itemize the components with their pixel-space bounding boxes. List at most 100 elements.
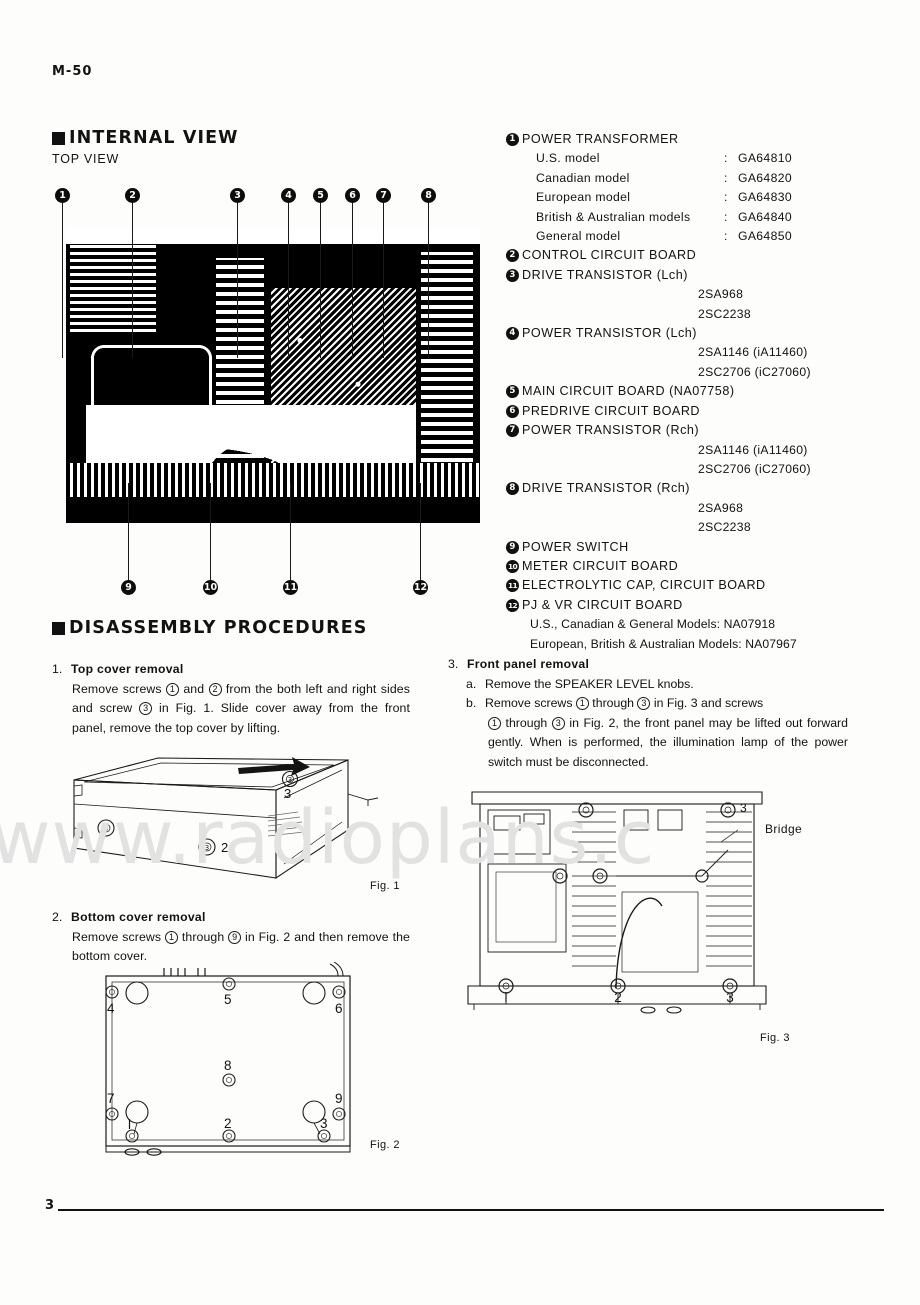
- parts-list-subitem-value: GA64850: [738, 229, 792, 244]
- photo-top-rail: [66, 228, 480, 244]
- screw-ref-1: 1: [165, 682, 179, 696]
- disassembly-heading-label: DISASSEMBLY PROCEDURES: [69, 618, 368, 638]
- photo-callout-2: 2: [125, 188, 140, 203]
- photo-callout-6: 6: [345, 188, 360, 203]
- fig1-screw-mark-2: 3: [205, 844, 209, 852]
- procedure-2-body: Remove screws 1 through 9 in Fig. 2 and …: [52, 928, 410, 967]
- photo-leader-line: [428, 203, 429, 358]
- figure-3-front-panel: l 2 3 3: [466, 788, 786, 1020]
- photo-leader-line: [132, 203, 133, 358]
- fig2-label-9: 9: [335, 1091, 343, 1106]
- parts-list-subitem: U.S. model: GA64810: [506, 149, 894, 168]
- parts-list: 1 POWER TRANSFORMER U.S. model: GA64810 Cana…: [506, 130, 894, 654]
- parts-list-item-number: 5: [506, 385, 519, 399]
- parts-list-subitem-separator: :: [724, 229, 728, 244]
- fig1-screw-mark-1: 3: [104, 825, 108, 833]
- photo-leader-line: [290, 483, 291, 580]
- fig1-label-1: l: [121, 821, 124, 836]
- procedure-1-title: Top cover removal: [71, 662, 184, 676]
- screw-ref-3: 3: [637, 697, 651, 710]
- parts-list-subitem-separator: :: [724, 170, 728, 185]
- procedure-3b-text-b: through: [588, 696, 638, 710]
- parts-list-item-name: DRIVE TRANSISTOR (Lch): [522, 267, 688, 282]
- fig3-label-top-3: 3: [740, 801, 747, 815]
- parts-list-item: 11 ELECTROLYTIC CAP, CIRCUIT BOARD: [506, 576, 894, 595]
- parts-list-subitem-separator: :: [724, 209, 728, 224]
- parts-list-item-number: 6: [506, 404, 519, 418]
- parts-list-item: 12 PJ & VR CIRCUIT BOARD: [506, 596, 894, 615]
- screw-ref-1: 1: [575, 697, 589, 710]
- photo-leader-line: [420, 483, 421, 580]
- bullet-square-icon: [52, 621, 65, 635]
- procedure-2-title: Bottom cover removal: [71, 910, 206, 924]
- fig1-label-3: 3: [284, 786, 291, 801]
- parts-list-subitem-label: European model: [536, 190, 631, 205]
- screw-ref-2: 2: [208, 682, 222, 696]
- fig2-label-2: 2: [224, 1116, 232, 1131]
- fig2-label-6: 6: [335, 1001, 343, 1016]
- top-view-subheading: TOP VIEW: [52, 152, 120, 166]
- internal-view-heading-label: INTERNAL VIEW: [69, 128, 239, 148]
- parts-list-part-number: 2SC2238: [698, 520, 751, 535]
- disassembly-heading: DISASSEMBLY PROCEDURES: [52, 618, 367, 638]
- screw-ref-3: 3: [139, 702, 153, 715]
- fig2-label-3: 3: [320, 1116, 328, 1131]
- photo-leader-line: [128, 483, 129, 580]
- photo-leader-line: [320, 203, 321, 358]
- procedure-1-number: 1.: [52, 662, 63, 676]
- figure-1-caption: Fig. 1: [370, 880, 400, 892]
- parts-list-subitem-label: British & Australian models: [536, 209, 691, 224]
- procedure-3b-mark: b.: [466, 696, 477, 710]
- parts-list-item-name: METER CIRCUIT BOARD: [522, 558, 679, 573]
- footer-rule: [58, 1209, 884, 1211]
- figure-1-drawing: 3 3 3 l 2 3: [73, 757, 379, 880]
- procedure-3-number: 3.: [448, 657, 459, 671]
- parts-list-item-name: DRIVE TRANSISTOR (Rch): [522, 481, 690, 496]
- parts-list-item-number: 11: [506, 579, 519, 593]
- parts-list-item: 7 POWER TRANSISTOR (Rch): [506, 421, 894, 440]
- screw-ref-3b: 3: [551, 716, 565, 730]
- photo-leader-line: [352, 203, 353, 358]
- parts-list-item-name: POWER TRANSISTOR (Rch): [522, 423, 700, 438]
- parts-list-part-number: 2SA968: [698, 500, 744, 515]
- parts-list-subitem-label: U.S. model: [536, 151, 600, 166]
- figure-3-bridge-annotation: Bridge: [765, 822, 803, 836]
- fig3-label-2: 2: [614, 990, 622, 1005]
- procedure-3b-text-a: Remove screws: [485, 696, 576, 710]
- parts-list-note: U.S., Canadian & General Models: NA07918: [530, 617, 776, 632]
- parts-list-item-number: 8: [506, 482, 519, 496]
- screw-ref-9: 9: [228, 930, 242, 944]
- parts-list-part-number: 2SA968: [698, 287, 744, 302]
- parts-list-item: 1 POWER TRANSFORMER: [506, 130, 894, 149]
- parts-list-item-number: 2: [506, 249, 519, 263]
- parts-list-part-number: 2SA1146 (iA11460): [698, 442, 808, 457]
- procedure-2-text-a: Remove screws: [72, 929, 165, 944]
- parts-list-subitem-value: GA64810: [738, 151, 792, 166]
- parts-list-part-number: 2SC2238: [698, 306, 751, 321]
- procedure-front-panel: 3. Front panel removal a. Remove the SPE…: [448, 655, 848, 772]
- photo-callout-5: 5: [313, 188, 328, 203]
- parts-list-item-name: POWER TRANSISTOR (Lch): [522, 326, 697, 341]
- parts-list-item: 2 CONTROL CIRCUIT BOARD: [506, 246, 894, 265]
- parts-list-part-number: 2SC2706 (iC27060): [698, 461, 811, 476]
- photo-leader-line: [210, 483, 211, 580]
- parts-list-item-number: 3: [506, 268, 519, 282]
- photo-leader-line: [62, 203, 63, 358]
- parts-list-item: 5 MAIN CIRCUIT BOARD (NA07758): [506, 382, 894, 401]
- parts-list-item-number: 12: [506, 598, 519, 612]
- photo-control-board: [70, 244, 156, 336]
- procedure-2-number: 2.: [52, 910, 63, 924]
- procedure-1-text-b: and: [178, 681, 209, 696]
- figure-3-drawing: l 2 3 3: [467, 791, 767, 1014]
- internal-view-heading: INTERNAL VIEW: [52, 128, 239, 148]
- parts-list-subitem-value: GA64840: [738, 209, 792, 224]
- photo-leader-line: [288, 203, 289, 358]
- parts-list-subitem-separator: :: [724, 151, 728, 166]
- photo-callout-7: 7: [376, 188, 391, 203]
- parts-list-part-number: 2SC2706 (iC27060): [698, 364, 811, 379]
- photo-leader-line: [237, 203, 238, 358]
- procedure-3b-text-c: in Fig. 3 and screws: [650, 696, 764, 710]
- parts-list-subitem-label: Canadian model: [536, 170, 630, 185]
- parts-list-subitem-value: GA64830: [738, 190, 792, 205]
- page-number: 3: [45, 1198, 55, 1213]
